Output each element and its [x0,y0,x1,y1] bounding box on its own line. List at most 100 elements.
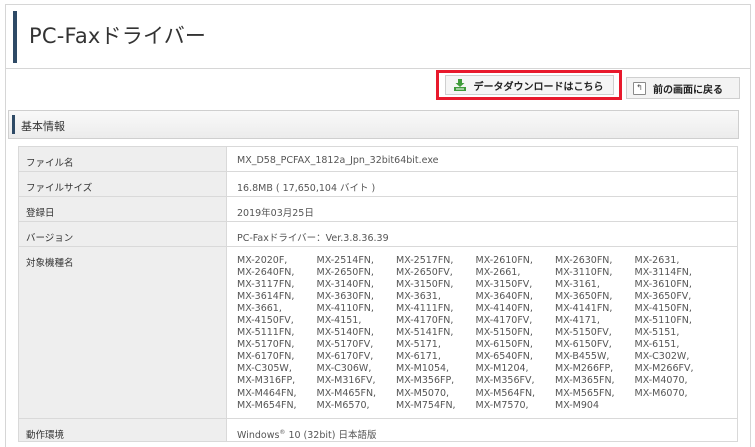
models-cell: MX-2020F, MX-2514FN, MX-2517FN, MX-2610FN, M… [226,246,738,419]
model-item: MX-M464FN, [237,387,297,399]
models-grid: MX-2020F, MX-2514FN, MX-2517FN, MX-2610FN, M… [237,255,737,412]
model-item: MX-M465FN, [316,387,377,399]
model-item: MX-4150FV, [237,315,294,327]
model-item: MX-4110FN, [316,303,374,315]
model-item: MX-3650FV, [634,291,692,303]
return-arrow-icon: ↰ [633,81,646,95]
env-value-suffix: 10 (32bit) 日本語版 [285,430,377,441]
model-item: MX-3610FN, [634,279,692,291]
model-item: MX-5150FN, [475,327,533,339]
model-item: MX-2020F, [237,255,288,266]
model-item: MX-5171, [396,339,441,351]
model-item: MX-3114FN, [634,267,692,279]
model-item: MX-M356FP, [396,375,455,387]
version-label: バージョン [18,221,227,247]
model-item: MX-4171, [555,315,600,327]
model-item: MX-B455W, [555,351,610,363]
model-item: MX-6150FN, [475,339,533,351]
model-item: MX-M754FN, [396,399,456,411]
section-header-basic-info: 基本情報 [8,110,739,139]
model-item: MX-M5070, [396,387,450,399]
model-item: MX-3640FN, [475,291,533,303]
model-item: MX-M7570, [475,399,529,411]
model-item: MX-6151, [634,339,680,351]
model-item: MX-3117FN, [237,279,295,291]
model-item: MX-2650FN, [316,267,374,279]
model-item: MX-M654FN, [237,399,297,411]
section-title: 基本情報 [21,120,65,133]
info-table: ファイル名 MX_D58_PCFAX_1812a_Jpn_32bit64bit.… [18,146,738,442]
model-item: MX-2517FN, [396,255,454,266]
model-item: MX-5151, [634,327,680,339]
table-row-date: 登録日 2019年03月25日 [18,196,738,222]
table-row-env: 動作環境 Windows® 10 (32bit) 日本語版 [18,418,738,442]
model-item: MX-M316FP, [237,375,296,387]
model-item: MX-3650FN, [555,291,613,303]
model-item: MX-5170FN, [237,339,295,351]
model-item: MX-4111FN, [396,303,454,315]
data-download-button-inner[interactable]: データダウンロードはこちら [444,75,614,95]
back-button[interactable]: ↰ 前の画面に戻る [626,77,740,99]
model-item: MX-2514FN, [316,255,374,266]
model-item: MX-M6570, [316,399,370,411]
model-item: MX-2661, [475,267,521,279]
env-value: Windows® 10 (32bit) 日本語版 [226,418,738,442]
model-item: MX-M565FN, [555,387,615,399]
model-item: MX-M356FV, [475,375,535,387]
env-label: 動作環境 [18,418,227,442]
model-item: MX-M1054, [396,363,450,375]
data-download-button[interactable]: データダウンロードはこちら [436,70,622,100]
model-item: MX-5110FN, [634,315,692,327]
model-item: MX-3631, [396,291,441,303]
model-item: MX-M904 [555,399,599,411]
model-item: MX-C302W, [634,351,690,363]
model-item: MX-3161, [555,279,600,291]
model-item: MX-6170FN, [237,351,295,363]
section-accent-bar [12,115,15,134]
model-item: MX-M316FV, [316,375,376,387]
model-item: MX-4150FN, [634,303,692,315]
model-item: MX-M266FV, [634,363,694,375]
download-icon [453,79,466,91]
date-value: 2019年03月25日 [226,196,738,222]
back-button-label: 前の画面に戻る [653,84,723,96]
version-value: PC-Faxドライバー：Ver.3.8.36.39 [226,221,738,247]
model-item: MX-2630FN, [555,255,613,266]
model-item: MX-6170FV, [316,351,374,363]
model-item: MX-M564FN, [475,387,536,399]
model-item: MX-3140FN, [316,279,374,291]
model-item: MX-M6070, [634,387,688,399]
model-item: MX-3110FN, [555,267,613,279]
file-size-value: 16.8MB ( 17,650,104 バイト ) [226,171,738,197]
model-item: MX-5141FN, [396,327,454,339]
model-item: MX-3150FN, [396,279,454,291]
table-row-version: バージョン PC-Faxドライバー：Ver.3.8.36.39 [18,221,738,247]
model-item: MX-4140FN, [475,303,533,315]
table-row-file-name: ファイル名 MX_D58_PCFAX_1812a_Jpn_32bit64bit.… [18,146,738,172]
model-item: MX-4170FN, [396,315,454,327]
file-name-label: ファイル名 [18,146,227,172]
model-item: MX-C305W, [237,363,292,375]
model-item: MX-6540FN, [475,351,533,363]
model-item: MX-M365FN, [555,375,615,387]
page-title: PC-Faxドライバー [29,24,207,48]
model-item: MX-5150FV, [555,327,612,339]
models-label: 対象機種名 [18,246,227,419]
env-value-prefix: Windows [237,430,280,441]
model-item: MX-6171, [396,351,441,363]
model-item: MX-2610FN, [475,255,533,266]
model-item: MX-6150FV, [555,339,612,351]
model-item [635,400,715,412]
model-item: MX-4141FN, [555,303,613,315]
model-item: MX-2640FN, [237,267,295,279]
model-item: MX-4151, [316,315,362,327]
model-item: MX-M4070, [634,375,688,387]
title-accent-bar [13,11,17,63]
model-item: MX-M266FP, [555,363,614,375]
model-item: MX-5111FN, [237,327,295,339]
model-item: MX-2631, [634,255,680,266]
data-download-button-label: データダウンロードはこちら [473,81,604,93]
model-item: MX-3614FN, [237,291,295,303]
model-item: MX-C306W, [316,363,372,375]
file-name-value: MX_D58_PCFAX_1812a_Jpn_32bit64bit.exe [226,146,738,172]
